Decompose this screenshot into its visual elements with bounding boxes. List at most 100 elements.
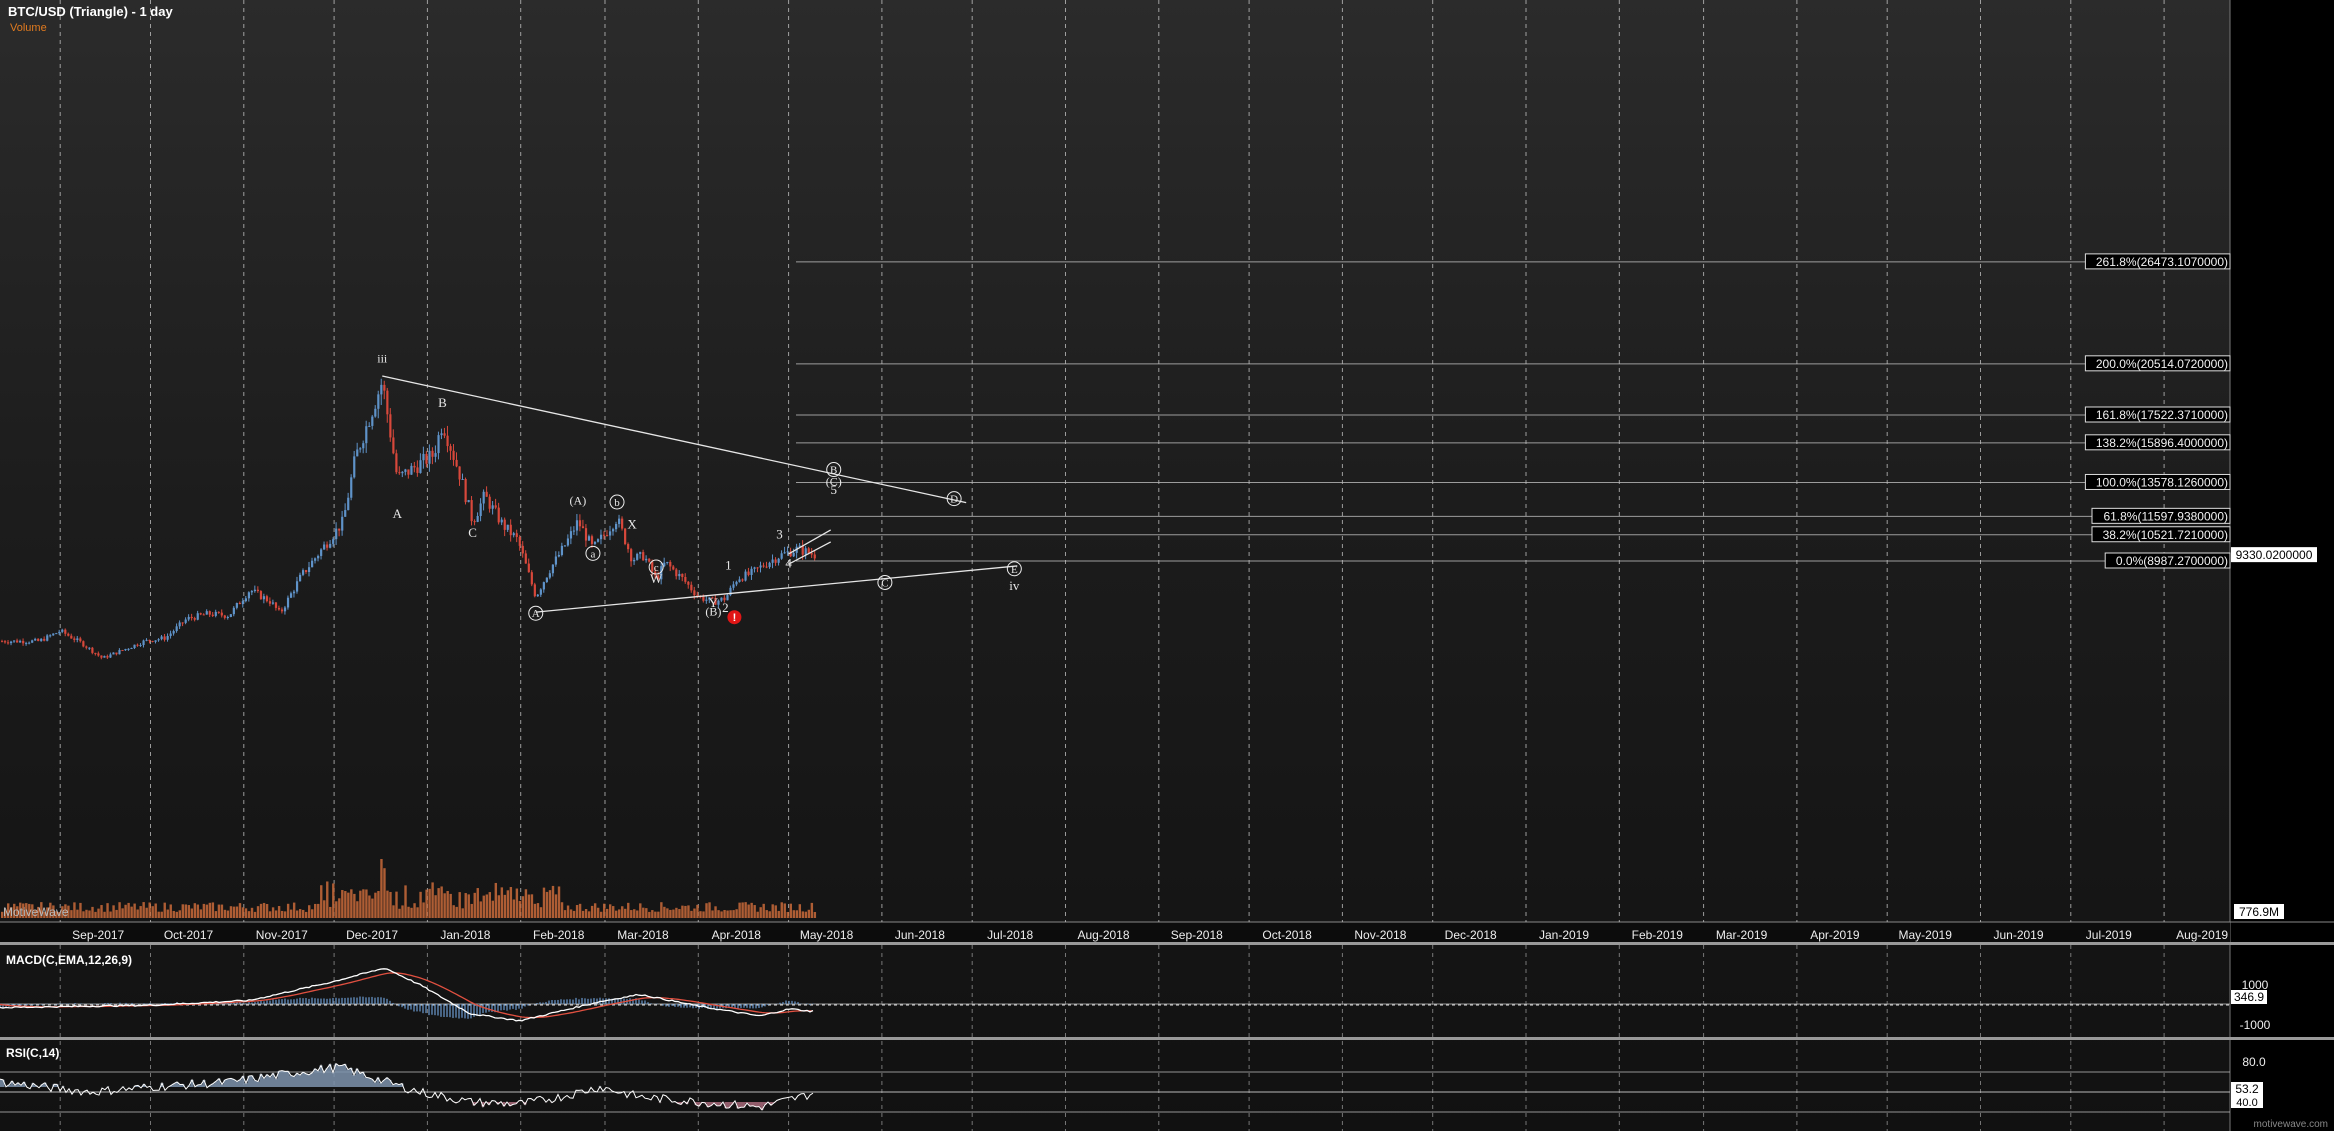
volume-bar xyxy=(497,895,501,918)
candle-body xyxy=(280,609,284,612)
volume-bar xyxy=(548,890,552,918)
volume-bar xyxy=(509,887,513,918)
candle-body xyxy=(539,589,542,595)
volume-bar xyxy=(699,911,702,918)
volume-bar xyxy=(807,909,811,918)
wave-label: W xyxy=(650,571,663,586)
volume-bar xyxy=(612,906,615,918)
volume-bar xyxy=(386,890,389,918)
fib-label: 61.8%(11597.9380000) xyxy=(2103,509,2228,523)
volume-bar xyxy=(317,903,320,918)
x-tick-label: Jun-2019 xyxy=(1993,928,2043,942)
volume-bar xyxy=(280,910,284,918)
trendline xyxy=(535,565,1018,613)
volume-bar xyxy=(326,881,329,918)
volume-bar xyxy=(356,901,359,918)
volume-bar xyxy=(151,906,154,918)
wave-label: a xyxy=(590,548,595,560)
candle-body xyxy=(121,650,124,652)
volume-bar xyxy=(398,908,401,918)
candle-body xyxy=(229,614,232,617)
volume-bar xyxy=(554,894,558,918)
volume-bar xyxy=(675,907,678,918)
candle-body xyxy=(52,633,55,636)
volume-bar xyxy=(774,905,777,918)
volume-bar xyxy=(593,903,597,918)
volume-bar xyxy=(320,885,323,918)
volume-bar xyxy=(527,894,531,918)
volume-bar xyxy=(615,910,618,918)
candle-body xyxy=(618,518,621,524)
candle-body xyxy=(383,384,386,391)
volume-bar xyxy=(377,891,380,918)
candle-body xyxy=(259,591,263,600)
fib-label: 161.8%(17522.3710000) xyxy=(2096,408,2228,422)
wave-label: 2 xyxy=(722,600,729,615)
candle-body xyxy=(61,629,64,632)
candle-body xyxy=(446,435,449,447)
candle-body xyxy=(422,453,425,461)
x-tick-label: Aug-2018 xyxy=(1077,928,1129,942)
volume-bar xyxy=(551,885,555,918)
volume-bar xyxy=(103,911,106,918)
volume-bar xyxy=(494,882,498,918)
candle-body xyxy=(642,552,645,561)
volume-bar xyxy=(335,901,338,918)
candle-body xyxy=(458,466,461,480)
volume-bar xyxy=(503,894,507,918)
candle-body xyxy=(741,579,744,581)
volume-bar xyxy=(292,902,296,918)
volume-bar xyxy=(810,902,814,918)
candle-body xyxy=(750,568,753,575)
volume-bar xyxy=(283,911,287,918)
candle-body xyxy=(353,456,356,478)
volume-bar xyxy=(371,898,374,918)
volume-bar xyxy=(73,902,76,918)
volume-bar xyxy=(145,907,148,918)
candle-body xyxy=(347,497,350,511)
volume-bar xyxy=(344,891,347,918)
volume-bar xyxy=(590,905,594,918)
volume-bar xyxy=(121,908,124,918)
candle-body xyxy=(145,639,148,641)
chart-canvas[interactable]: Sep-2017 Oct-2017 Nov-2017 Dec-2017 Jan-2018… xyxy=(0,0,2334,1131)
wave-label: D xyxy=(950,494,958,506)
volume-bar xyxy=(422,902,425,918)
volume-bar xyxy=(756,911,759,918)
volume-bar xyxy=(82,911,85,918)
candle-body xyxy=(283,607,287,612)
candle-body xyxy=(440,433,443,436)
volume-bar xyxy=(244,908,248,918)
volume-bar xyxy=(783,903,786,918)
candle-body xyxy=(28,642,31,644)
volume-bar xyxy=(410,907,413,918)
wave-label: iii xyxy=(377,351,388,365)
volume-bar xyxy=(599,911,603,918)
candle-body xyxy=(560,545,564,555)
candle-body xyxy=(645,558,648,561)
volume-bar xyxy=(678,909,681,918)
volume-bar xyxy=(166,909,169,918)
volume-bar xyxy=(768,911,771,918)
volume-bar xyxy=(777,910,780,918)
candle-body xyxy=(335,528,338,540)
candle-body xyxy=(581,526,585,529)
candle-body xyxy=(636,553,639,560)
volume-bar xyxy=(530,894,534,918)
wave-label: C xyxy=(468,525,477,540)
candle-body xyxy=(10,641,13,644)
volume-bar xyxy=(630,910,633,918)
volume-bar xyxy=(587,911,591,918)
candle-body xyxy=(627,544,630,550)
x-tick-label: Jan-2019 xyxy=(1539,928,1589,942)
candle-body xyxy=(783,552,786,554)
volume-bar xyxy=(470,903,473,918)
candle-body xyxy=(503,519,506,530)
candle-body xyxy=(317,555,320,559)
volume-bar xyxy=(148,902,151,918)
candle-body xyxy=(491,505,494,509)
candle-body xyxy=(244,598,247,602)
volume-bar xyxy=(636,910,639,918)
candle-body xyxy=(380,384,383,395)
candle-body xyxy=(521,545,524,554)
